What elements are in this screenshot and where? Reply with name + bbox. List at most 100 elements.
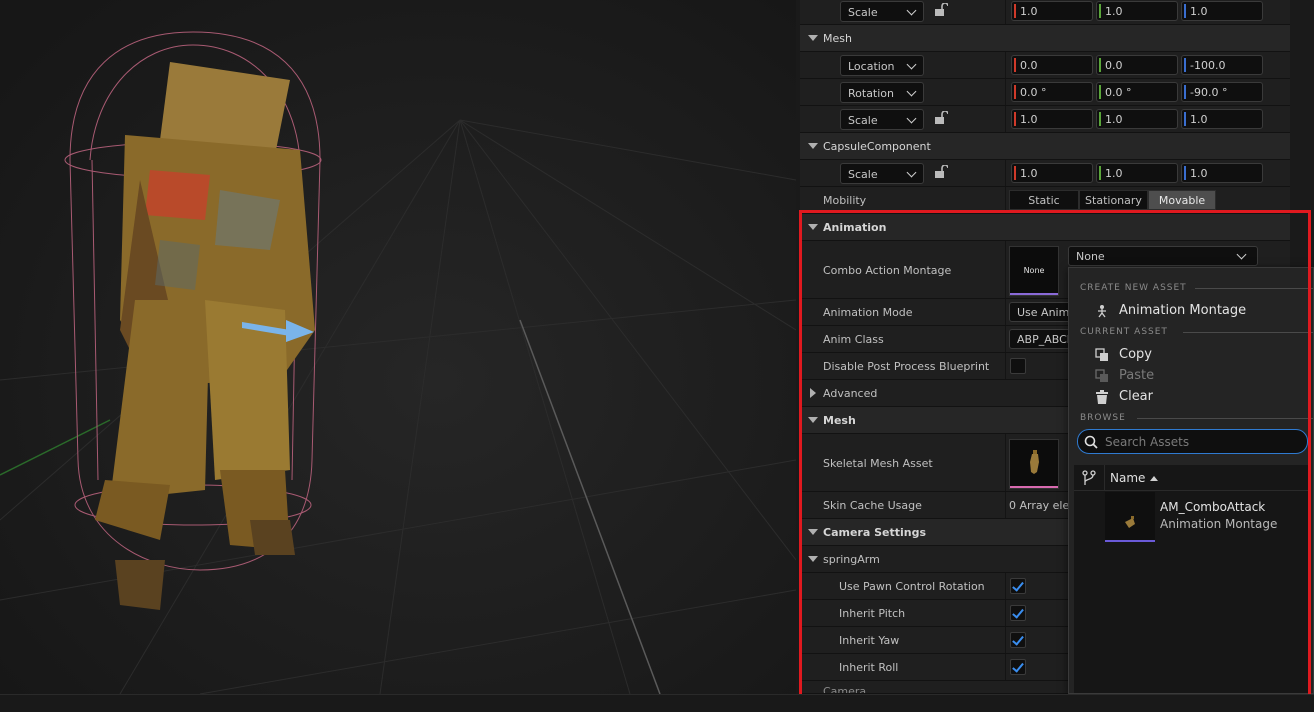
- row-mesh-rotation: Rotation 0.0 ° 0.0 ° -90.0 °: [800, 79, 1290, 106]
- disable-post-process-checkbox[interactable]: [1010, 358, 1026, 374]
- search-assets-box[interactable]: [1077, 429, 1308, 454]
- inherit-yaw-checkbox[interactable]: [1010, 632, 1026, 648]
- chevron-down-icon: [906, 5, 917, 16]
- rotation-y-field[interactable]: 0.0 °: [1096, 82, 1178, 102]
- asset-picker-value: None: [1076, 250, 1105, 263]
- location-z-field[interactable]: -100.0: [1181, 55, 1263, 75]
- column-splitter[interactable]: [1005, 79, 1006, 105]
- scale-y-field[interactable]: 1.0: [1096, 109, 1178, 129]
- asset-type-bar: [1010, 293, 1058, 295]
- location-y-field[interactable]: 0.0: [1096, 55, 1178, 75]
- asset-thumbnail[interactable]: None: [1009, 246, 1059, 296]
- expand-arrow-icon: [808, 556, 818, 562]
- column-splitter[interactable]: [1005, 326, 1006, 352]
- menu-item-label: Paste: [1119, 368, 1155, 383]
- browse-header: BROWSE: [1080, 413, 1126, 423]
- column-splitter[interactable]: [1005, 600, 1006, 626]
- scale-label: Scale: [848, 6, 878, 19]
- scale-mode-dropdown[interactable]: Scale: [840, 1, 924, 22]
- trash-icon: [1096, 390, 1108, 404]
- column-splitter[interactable]: [1005, 160, 1006, 186]
- location-mode-dropdown[interactable]: Location: [840, 55, 924, 76]
- column-splitter[interactable]: [1005, 654, 1006, 680]
- column-splitter[interactable]: [1005, 299, 1006, 325]
- unlock-icon[interactable]: [934, 165, 948, 179]
- collapse-arrow-icon: [810, 388, 816, 398]
- rotation-x-field[interactable]: 0.0 °: [1011, 82, 1093, 102]
- source-filter-icon[interactable]: [1082, 470, 1096, 486]
- level-viewport[interactable]: [0, 0, 796, 694]
- animation-mode-label: Animation Mode: [823, 306, 913, 319]
- sort-ascending-icon: [1150, 476, 1158, 481]
- column-splitter[interactable]: [1005, 627, 1006, 653]
- scale-x-field[interactable]: 1.0: [1011, 1, 1093, 21]
- category-capsule-component[interactable]: CapsuleComponent: [800, 133, 1290, 160]
- scale-mode-dropdown[interactable]: Scale: [840, 109, 924, 130]
- category-mesh-transform[interactable]: Mesh: [800, 25, 1290, 52]
- asset-list-item[interactable]: AM_ComboAttack Animation Montage: [1074, 492, 1310, 544]
- asset-picker-popup: CREATE NEW ASSET Animation Montage CURRE…: [1068, 267, 1314, 694]
- bottom-status-strip: [0, 694, 1314, 712]
- inherit-pitch-label: Inherit Pitch: [839, 607, 906, 620]
- category-animation[interactable]: Animation: [800, 214, 1290, 241]
- inherit-roll-checkbox[interactable]: [1010, 659, 1026, 675]
- column-splitter[interactable]: [1005, 353, 1006, 379]
- mobility-movable-button[interactable]: Movable: [1148, 190, 1216, 210]
- rotation-mode-dropdown[interactable]: Rotation: [840, 82, 924, 103]
- unlock-icon[interactable]: [934, 3, 948, 17]
- chevron-down-icon: [906, 113, 917, 124]
- menu-item-animation-montage[interactable]: Animation Montage: [1091, 301, 1291, 321]
- menu-item-label: Animation Montage: [1119, 303, 1247, 318]
- scale-label: Scale: [848, 114, 878, 127]
- column-splitter[interactable]: [1005, 241, 1006, 298]
- column-splitter[interactable]: [1005, 187, 1006, 213]
- scale-z-field[interactable]: 1.0: [1181, 109, 1263, 129]
- search-assets-input[interactable]: [1105, 433, 1300, 451]
- scale-y-field[interactable]: 1.0: [1096, 163, 1178, 183]
- use-pawn-control-rotation-checkbox[interactable]: [1010, 578, 1026, 594]
- expand-arrow-icon: [808, 417, 818, 423]
- mobility-stationary-button[interactable]: Stationary: [1079, 190, 1148, 210]
- chevron-down-icon: [906, 86, 917, 97]
- column-splitter[interactable]: [1005, 492, 1006, 518]
- viewport-scene: [0, 0, 796, 694]
- menu-item-paste[interactable]: Paste: [1091, 366, 1291, 386]
- scale-y-field[interactable]: 1.0: [1096, 1, 1178, 21]
- column-splitter[interactable]: [1005, 0, 1006, 24]
- location-label: Location: [848, 60, 895, 73]
- paste-icon: [1095, 369, 1108, 382]
- section-divider: [1137, 418, 1313, 419]
- expand-arrow-icon: [808, 35, 818, 41]
- scale-z-field[interactable]: 1.0: [1181, 163, 1263, 183]
- asset-picker-dropdown[interactable]: None: [1068, 246, 1258, 266]
- inherit-pitch-checkbox[interactable]: [1010, 605, 1026, 621]
- category-label: CapsuleComponent: [823, 140, 931, 153]
- create-new-asset-header: CREATE NEW ASSET: [1080, 283, 1187, 293]
- rotation-z-field[interactable]: -90.0 °: [1181, 82, 1263, 102]
- row-capsule-scale: Scale 1.0 1.0 1.0: [800, 160, 1290, 187]
- menu-item-copy[interactable]: Copy: [1091, 345, 1291, 365]
- column-splitter[interactable]: [1005, 573, 1006, 599]
- copy-icon: [1095, 348, 1108, 361]
- name-column-header[interactable]: Name: [1110, 471, 1145, 485]
- menu-item-clear[interactable]: Clear: [1091, 387, 1291, 407]
- unlock-icon[interactable]: [934, 111, 948, 125]
- inherit-yaw-label: Inherit Yaw: [839, 634, 900, 647]
- scale-mode-dropdown[interactable]: Scale: [840, 163, 924, 184]
- menu-item-label: Clear: [1119, 389, 1153, 404]
- disable-post-process-label: Disable Post Process Blueprint: [823, 360, 990, 373]
- column-splitter[interactable]: [1005, 52, 1006, 78]
- expand-arrow-icon: [808, 143, 818, 149]
- scale-z-field[interactable]: 1.0: [1181, 1, 1263, 21]
- column-splitter[interactable]: [1005, 434, 1006, 491]
- skeletal-mesh-thumbnail[interactable]: [1009, 439, 1059, 489]
- mobility-static-button[interactable]: Static: [1009, 190, 1079, 210]
- current-asset-header: CURRENT ASSET: [1080, 327, 1168, 337]
- category-label: Mesh: [823, 32, 852, 45]
- row-mesh-scale: Scale 1.0 1.0 1.0: [800, 106, 1290, 133]
- scale-x-field[interactable]: 1.0: [1011, 163, 1093, 183]
- column-splitter[interactable]: [1005, 106, 1006, 132]
- scale-x-field[interactable]: 1.0: [1011, 109, 1093, 129]
- inherit-roll-label: Inherit Roll: [839, 661, 899, 674]
- location-x-field[interactable]: 0.0: [1011, 55, 1093, 75]
